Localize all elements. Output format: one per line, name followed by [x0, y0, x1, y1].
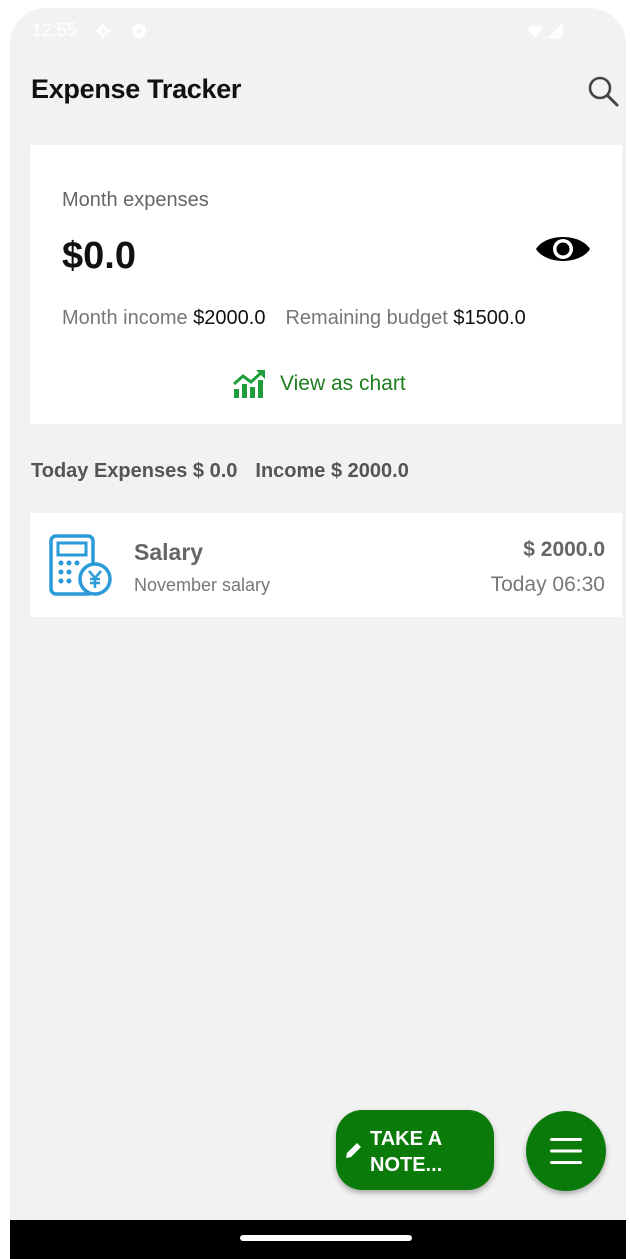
status-time: 12:55 — [32, 20, 78, 40]
month-expenses-label: Month expenses — [62, 189, 209, 211]
remaining-budget-value: $1500.0 — [453, 307, 526, 329]
transaction-title: Salary — [134, 539, 204, 565]
page-title: Expense Tracker — [31, 74, 242, 104]
signal-icon — [547, 23, 563, 39]
pencil-icon — [346, 1143, 361, 1158]
today-expenses-label: Today Expenses $ 0.0 — [31, 460, 238, 482]
view-as-chart-link[interactable]: View as chart — [232, 368, 406, 400]
month-expenses-amount: $0.0 — [62, 235, 136, 277]
wifi-icon — [526, 25, 544, 38]
menu-icon — [550, 1138, 582, 1164]
status-bar: 12:55 — [10, 8, 626, 56]
view-as-chart-label: View as chart — [280, 372, 406, 395]
transaction-amount: $ 2000.0 — [523, 538, 605, 561]
income-budget-row: Month income $2000.0 Remaining budget $15… — [62, 307, 526, 330]
home-handle[interactable] — [240, 1235, 412, 1241]
month-summary-card: Month expenses $0.0 Month income $2000.0… — [30, 145, 622, 424]
today-summary-header: Today Expenses $ 0.0 Income $ 2000.0 — [31, 460, 409, 483]
menu-button[interactable] — [526, 1111, 606, 1191]
transaction-note: November salary — [134, 575, 271, 595]
eye-icon[interactable] — [534, 231, 592, 267]
trending-chart-icon — [233, 370, 265, 398]
today-income-label: Income $ 2000.0 — [255, 460, 409, 482]
transaction-time: Today 06:30 — [490, 573, 605, 596]
search-icon[interactable] — [584, 72, 624, 112]
transaction-row[interactable]: Salary November salary $ 2000.0 Today 06… — [30, 513, 622, 617]
calculator-yen-icon — [49, 534, 112, 596]
month-income-label: Month income — [62, 307, 188, 329]
take-a-note-button[interactable]: TAKE A NOTE... — [336, 1110, 494, 1190]
gear-icon — [95, 23, 111, 39]
app-screen: 12:55 Expense Tracker Month expenses $0.… — [10, 8, 626, 1259]
month-income-value: $2000.0 — [193, 307, 266, 329]
shield-icon — [132, 23, 146, 39]
remaining-budget-label: Remaining budget — [285, 307, 448, 329]
take-a-note-label: TAKE A NOTE... — [370, 1128, 443, 1176]
navigation-bar — [10, 1220, 626, 1259]
